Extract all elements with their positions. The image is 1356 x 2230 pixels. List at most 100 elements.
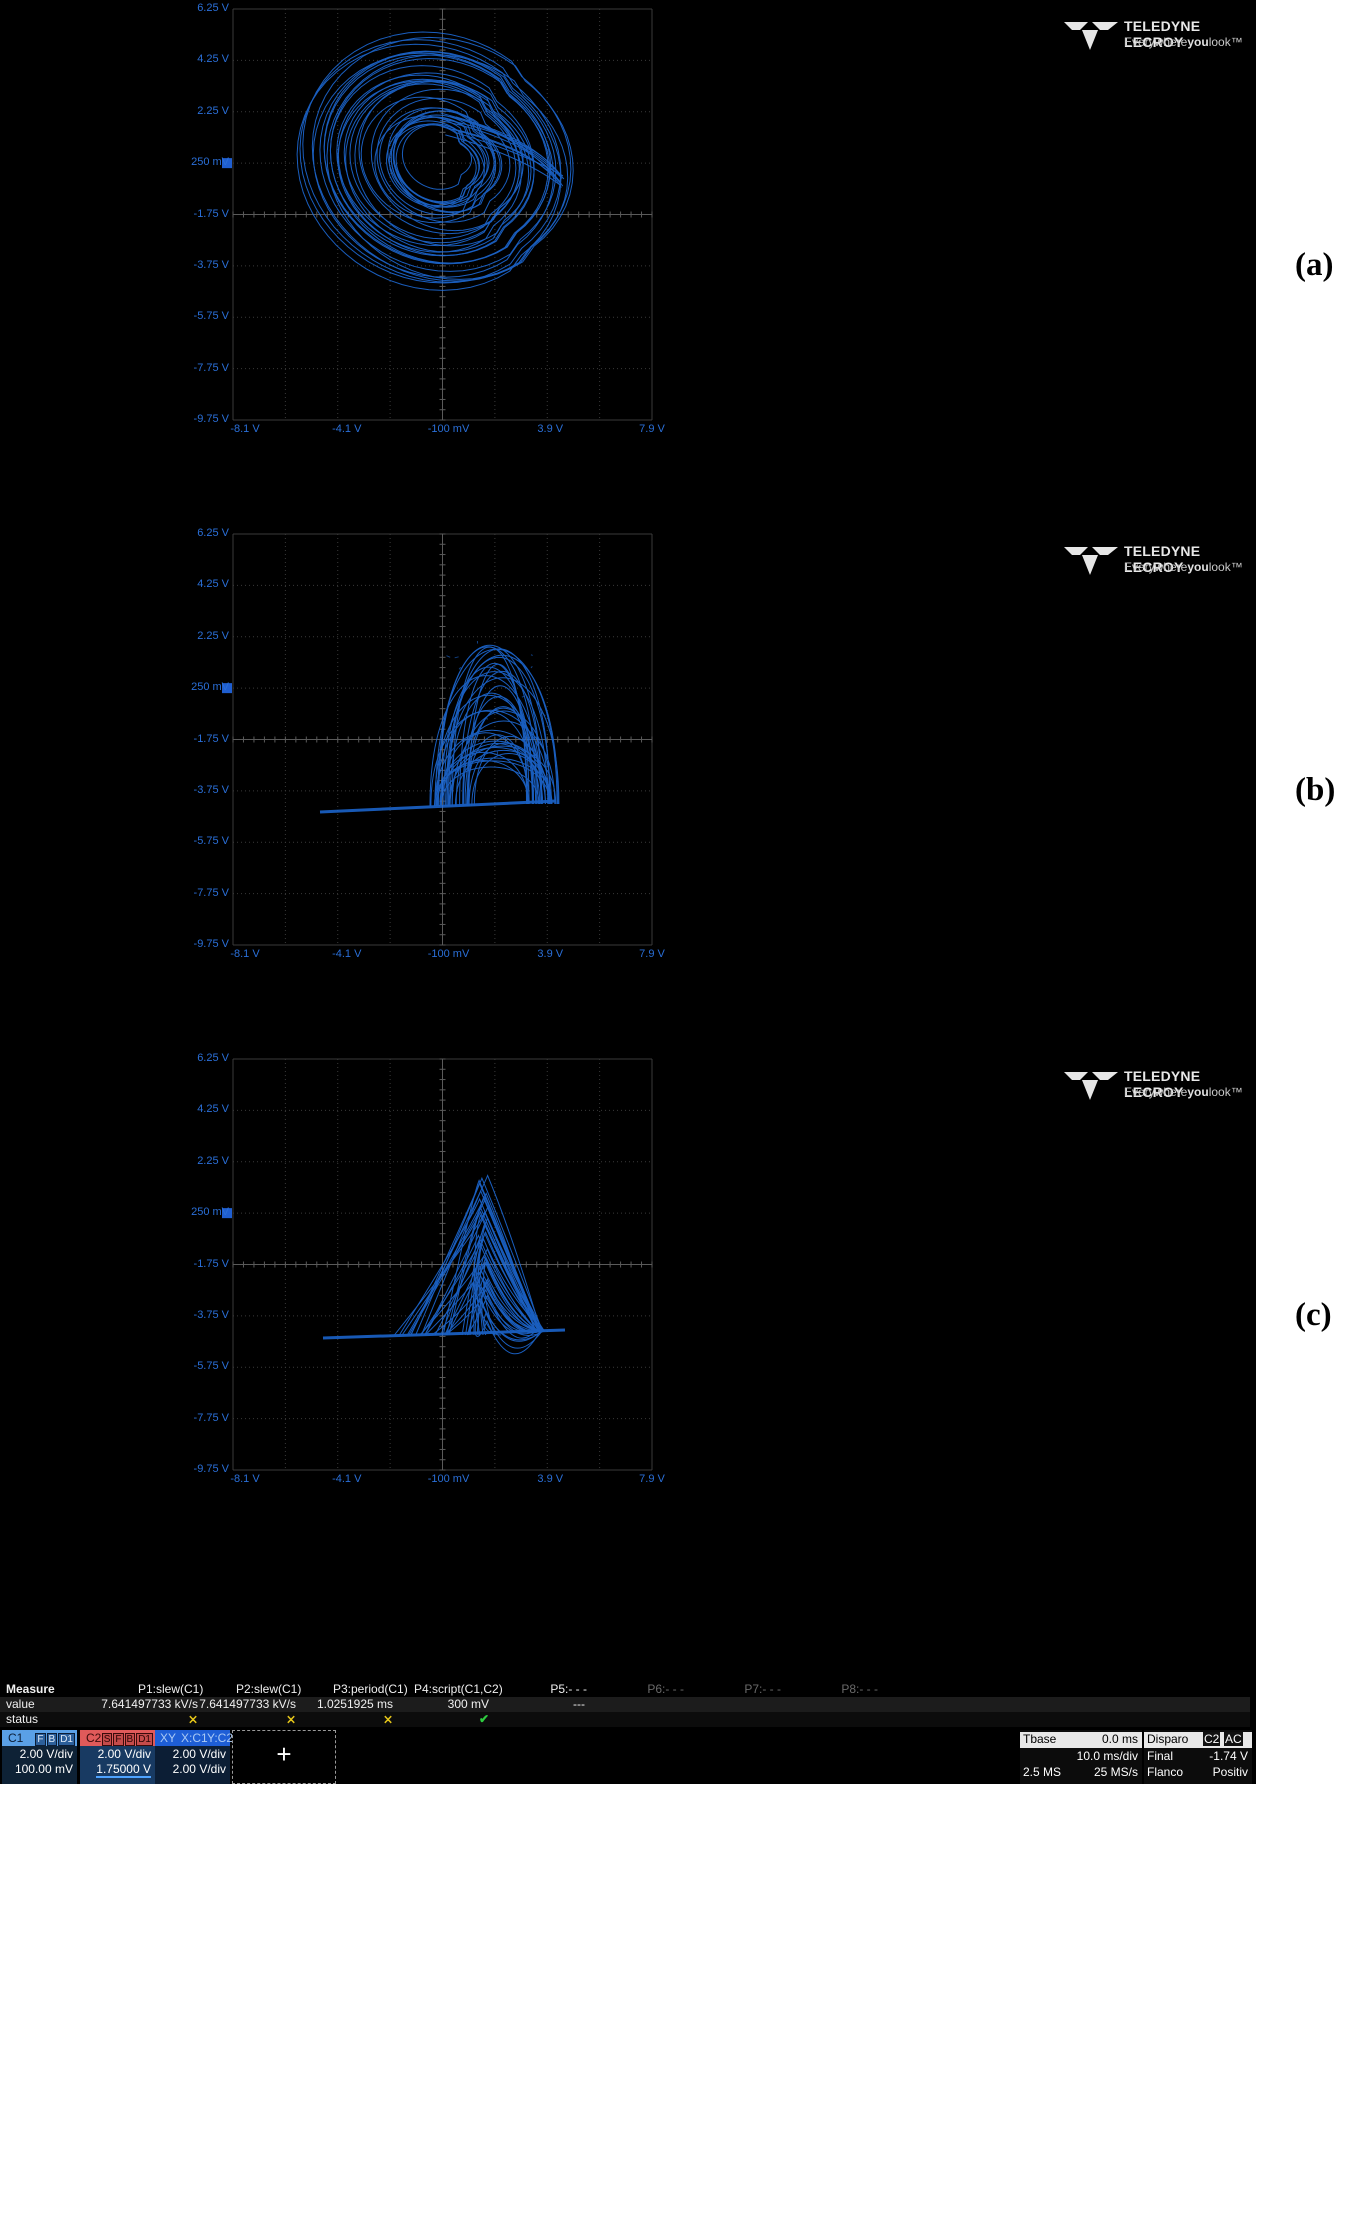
xy-vdiv-y: 2.00 V/div <box>172 1762 226 1776</box>
teledyne-logo-icon <box>1064 1072 1118 1100</box>
trigger-descriptor[interactable]: Disparo C2AC Final -1.74 V Flanco Positiv <box>1144 1730 1252 1784</box>
figure-label: (b) <box>1295 772 1336 808</box>
teledyne-logo-icon <box>1064 22 1118 50</box>
add-channel-button[interactable]: + <box>232 1730 336 1784</box>
channel-descriptor-xy[interactable]: XYX:C1Y:C22.00 V/div2.00 V/div <box>155 1730 233 1784</box>
c2-offset: 1.75000 V <box>96 1762 151 1778</box>
waveform-display[interactable]: 6.25 V 4.25 V 2.25 V 250 mV -1.75 V -3.75 V -5… <box>0 1050 1256 1682</box>
measure-param-name[interactable]: P8:- - - <box>818 1682 878 1696</box>
xy-vdiv-x: 2.00 V/div <box>172 1747 226 1761</box>
channel-name: C1 <box>8 1731 24 1745</box>
measure-param-name[interactable]: P2:slew(C1) <box>236 1682 301 1696</box>
timebase-samples: 2.5 MS <box>1023 1765 1062 1779</box>
y-axis-label: -1.75 V <box>193 207 229 220</box>
xy-trace <box>319 640 560 814</box>
figure-label: (c) <box>1295 1297 1332 1333</box>
measure-param-name[interactable]: P1:slew(C1) <box>138 1682 203 1696</box>
y-axis-label: -5.75 V <box>193 835 229 848</box>
y-axis-label: 250 mV <box>191 156 229 169</box>
y-axis-label: 6.25 V <box>197 1052 229 1064</box>
channel-flag: B <box>46 1733 58 1746</box>
c1-offset: 100.00 mV <box>14 1762 73 1776</box>
brand-logo: TELEDYNE LECROY Everywhereyoulook™ <box>1062 1066 1252 1106</box>
descriptor-bar: C1FBD12.00 V/div100.00 mVC2SFBD12.00 V/d… <box>0 1730 1256 1784</box>
trigger-mode: Final <box>1147 1749 1174 1763</box>
x-axis-label: -8.1 V <box>230 1473 260 1485</box>
x-axis-label: 3.9 V <box>537 423 564 435</box>
x-axis-label: -100 mV <box>427 948 470 960</box>
trace-segment <box>323 51 552 264</box>
y-axis-label: -7.75 V <box>193 361 229 374</box>
trace-segment <box>446 655 451 658</box>
measure-value: 1.0251925 ms <box>316 1697 393 1711</box>
figure-label: (a) <box>1295 247 1334 283</box>
x-axis-label: 3.9 V <box>537 948 564 960</box>
y-axis-label: -1.75 V <box>193 1257 229 1270</box>
y-axis-label: 250 mV <box>191 1206 229 1219</box>
channel-flag: S <box>101 1733 113 1746</box>
measure-param-name[interactable]: P4:script(C1,C2) <box>414 1682 503 1696</box>
trace-segment <box>530 654 533 656</box>
y-axis-label: -3.75 V <box>193 258 229 271</box>
channel-flag: D1 <box>136 1733 153 1746</box>
brand-tagline: Everywhereyoulook™ <box>1124 1085 1243 1099</box>
measure-value: 7.641497733 kV/s <box>199 1697 296 1711</box>
y-axis-label: -9.75 V <box>193 1463 229 1475</box>
brand-logo: TELEDYNE LECROY Everywhereyoulook™ <box>1062 541 1252 581</box>
plus-icon: + <box>276 1739 292 1769</box>
status-warning-icon: ⨯ <box>188 1712 199 1726</box>
measure-param-name[interactable]: P7:- - - <box>721 1682 781 1696</box>
y-axis-label: -1.75 V <box>193 732 229 745</box>
trigger-coupling: AC <box>1224 1732 1243 1746</box>
measure-param-name[interactable]: P6:- - - <box>624 1682 684 1696</box>
y-axis-label: 4.25 V <box>197 53 229 66</box>
y-axis-label: -9.75 V <box>193 413 229 425</box>
channel-descriptor-c1[interactable]: C1 FBD12.00 V/div100.00 mV <box>2 1730 77 1784</box>
y-axis-label: 2.25 V <box>197 104 229 117</box>
channel-flag: F <box>35 1733 46 1746</box>
channel-descriptor-c2[interactable]: C2SFBD12.00 V/div1.75000 V <box>80 1730 155 1784</box>
trace-segment <box>454 656 459 659</box>
timebase-delay: 0.0 ms <box>1101 1732 1138 1746</box>
x-axis-label: 7.9 V <box>639 948 665 960</box>
timebase-descriptor[interactable]: Tbase 0.0 ms 10.0 ms/div 2.5 MS 25 MS/s <box>1020 1730 1142 1784</box>
c2-vdiv: 2.00 V/div <box>97 1747 151 1761</box>
c1-vdiv: 2.00 V/div <box>19 1747 73 1761</box>
teledyne-logo-icon <box>1064 547 1118 575</box>
y-axis-label: -5.75 V <box>193 1360 229 1373</box>
timebase-label: Tbase <box>1023 1732 1057 1746</box>
y-axis-label: -7.75 V <box>193 886 229 899</box>
measure-title: Measure <box>6 1682 55 1696</box>
x-axis-label: -8.1 V <box>230 948 260 960</box>
measure-value: 300 mV <box>447 1697 489 1711</box>
y-axis-label: -5.75 V <box>193 310 229 323</box>
y-axis-label: 6.25 V <box>197 527 229 539</box>
x-axis-label: -8.1 V <box>230 423 260 435</box>
status-row-label: status <box>6 1712 39 1726</box>
trace-segment <box>530 665 533 669</box>
measure-param-name[interactable]: P5:- - - <box>527 1682 587 1696</box>
y-axis-label: -7.75 V <box>193 1411 229 1424</box>
y-axis-label: -3.75 V <box>193 1308 229 1321</box>
trigger-slope: Positiv <box>1212 1765 1248 1779</box>
channel-flag: F <box>113 1733 124 1746</box>
measure-value: --- <box>573 1697 585 1711</box>
brand-tagline: Everywhereyoulook™ <box>1124 35 1243 49</box>
x-axis-label: -4.1 V <box>332 423 362 435</box>
measure-value: 7.641497733 kV/s <box>101 1697 198 1711</box>
trigger-source: C2 <box>1203 1732 1221 1746</box>
brand-tagline: Everywhereyoulook™ <box>1124 560 1243 574</box>
y-axis-label: 6.25 V <box>197 2 229 14</box>
y-axis-label: 2.25 V <box>197 1154 229 1167</box>
trace-segment <box>458 666 462 670</box>
trigger-slope-label: Flanco <box>1147 1765 1184 1779</box>
brand-logo: TELEDYNE LECROY Everywhereyoulook™ <box>1062 16 1252 56</box>
x-axis-label: 3.9 V <box>537 1473 564 1485</box>
measure-table[interactable]: Measure P1:slew(C1) P2:slew(C1) P3:period(C… <box>0 1682 1256 1732</box>
trace-segment <box>486 717 488 720</box>
xy-trace <box>296 31 574 291</box>
y-axis-label: 250 mV <box>191 681 229 694</box>
status-ok-icon: ✔ <box>479 1712 490 1726</box>
measure-param-name[interactable]: P3:period(C1) <box>333 1682 408 1696</box>
channel-flag: D1 <box>58 1733 75 1746</box>
